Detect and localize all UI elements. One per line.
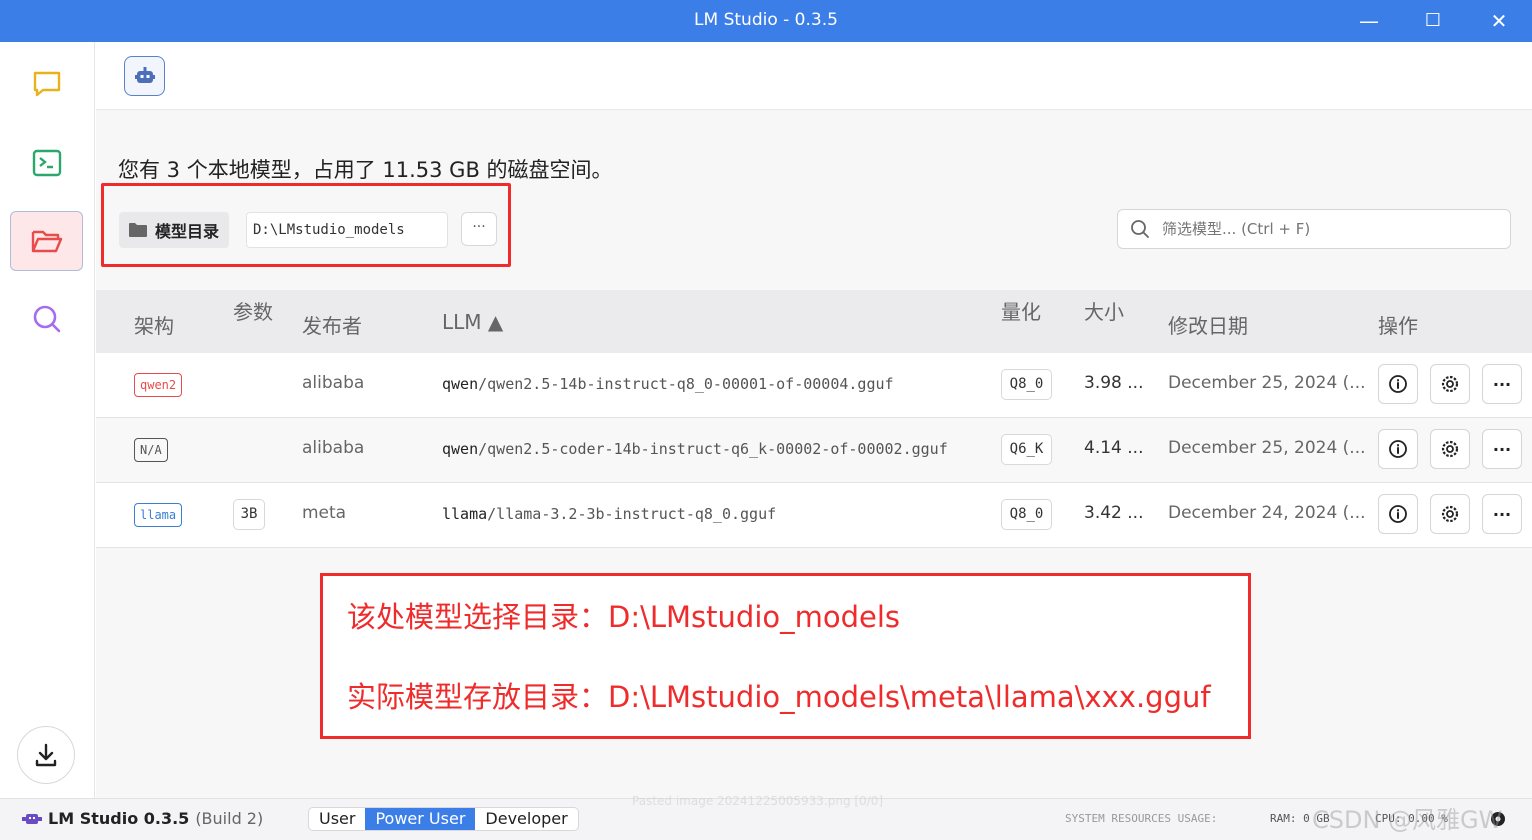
more-icon: ··· <box>1492 374 1512 394</box>
quant-badge: Q6_K <box>1001 434 1052 465</box>
search-icon <box>1131 220 1149 238</box>
info-button[interactable] <box>1378 364 1418 404</box>
publisher-cell: alibaba <box>302 438 365 458</box>
maximize-button[interactable]: ☐ <box>1420 8 1446 34</box>
gear-icon <box>1441 440 1459 458</box>
annotation-line-2: 实际模型存放目录：D:\LMstudio_models\meta\llama\x… <box>347 680 1211 714</box>
settings-button[interactable] <box>1430 429 1470 469</box>
quant-badge: Q8_0 <box>1001 499 1052 530</box>
window-title: LM Studio - 0.3.5 <box>694 10 838 30</box>
filter-models-search[interactable] <box>1117 209 1511 249</box>
chat-nav-button[interactable] <box>10 54 83 114</box>
mode-user[interactable]: User <box>309 808 365 830</box>
paste-watermark: Pasted image 20241225005933.png [0/0] <box>632 794 884 808</box>
system-resources-label: SYSTEM RESOURCES USAGE: <box>1065 812 1218 825</box>
col-quant[interactable]: 量化 <box>1001 296 1041 325</box>
discover-nav-button[interactable] <box>10 289 83 349</box>
downloads-button[interactable] <box>17 726 75 784</box>
model-file-cell: llama/llama-3.2-3b-instruct-q8_0.gguf <box>442 505 777 523</box>
size-cell: 3.42 ... <box>1084 503 1144 523</box>
col-size[interactable]: 大小 <box>1084 296 1124 325</box>
settings-button[interactable] <box>1430 364 1470 404</box>
model-file-cell: qwen/qwen2.5-coder-14b-instruct-q6_k-000… <box>442 440 948 458</box>
minimize-button[interactable]: — <box>1356 8 1382 34</box>
col-arch[interactable]: 架构 <box>134 310 174 339</box>
size-cell: 4.14 ... <box>1084 438 1144 458</box>
title-bar: LM Studio - 0.3.5 — ☐ ✕ <box>0 0 1532 42</box>
mode-power-user[interactable]: Power User <box>365 808 476 830</box>
table-row[interactable]: llama 3B meta llama/llama-3.2-3b-instruc… <box>96 483 1532 548</box>
models-summary: 您有 3 个本地模型，占用了 11.53 GB 的磁盘空间。 <box>118 158 613 182</box>
arch-tag: N/A <box>134 438 168 462</box>
annotation-highlight-box <box>101 183 511 267</box>
more-options-button[interactable]: ··· <box>1482 429 1522 469</box>
size-cell: 3.98 ... <box>1084 373 1144 393</box>
modified-cell: December 25, 2024 (... <box>1168 438 1366 458</box>
annotation-callout: 该处模型选择目录：D:\LMstudio_models 实际模型存放目录：D:\… <box>320 573 1251 739</box>
folder-open-icon <box>31 230 62 253</box>
table-header: 架构 参数 发布者 LLM ▲ 量化 大小 修改日期 操作 <box>96 290 1532 353</box>
gear-icon <box>1441 505 1459 523</box>
arch-tag: qwen2 <box>134 373 183 397</box>
modified-cell: December 24, 2024 (... <box>1168 503 1366 523</box>
search-icon <box>33 305 60 333</box>
quant-badge: Q8_0 <box>1001 369 1052 400</box>
info-button[interactable] <box>1378 494 1418 534</box>
arch-tag: llama <box>134 503 183 527</box>
table-row[interactable]: qwen2 alibaba qwen/qwen2.5-14b-instruct-… <box>96 353 1532 418</box>
top-toolbar <box>96 42 1532 110</box>
chat-icon <box>33 71 60 97</box>
col-publisher[interactable]: 发布者 <box>302 310 362 339</box>
terminal-icon <box>32 149 61 177</box>
publisher-cell: alibaba <box>302 373 365 393</box>
robot-icon <box>134 67 155 83</box>
sidebar <box>0 42 95 798</box>
model-file-cell: qwen/qwen2.5-14b-instruct-q8_0-00001-of-… <box>442 375 894 393</box>
more-options-button[interactable]: ··· <box>1482 494 1522 534</box>
info-icon <box>1389 505 1407 523</box>
table-row[interactable]: N/A alibaba qwen/qwen2.5-coder-14b-instr… <box>96 418 1532 483</box>
settings-button[interactable] <box>1430 494 1470 534</box>
more-options-button[interactable]: ··· <box>1482 364 1522 404</box>
info-button[interactable] <box>1378 429 1418 469</box>
more-icon: ··· <box>1492 439 1512 459</box>
mode-developer[interactable]: Developer <box>475 808 577 830</box>
developer-nav-button[interactable] <box>10 133 83 193</box>
model-loader-button[interactable] <box>124 56 165 96</box>
info-icon <box>1389 440 1407 458</box>
lmstudio-logo-icon <box>22 813 42 824</box>
app-name: LM Studio 0.3.5 <box>48 809 190 828</box>
close-button[interactable]: ✕ <box>1486 8 1512 34</box>
my-models-nav-button[interactable] <box>10 211 83 271</box>
modified-cell: December 25, 2024 (... <box>1168 373 1366 393</box>
col-actions: 操作 <box>1378 314 1418 338</box>
app-version: LM Studio 0.3.5 (Build 2) <box>22 809 263 828</box>
col-modified[interactable]: 修改日期 <box>1168 310 1248 339</box>
params-badge: 3B <box>233 499 265 530</box>
publisher-cell: meta <box>302 503 347 523</box>
col-params[interactable]: 参数 <box>233 296 273 325</box>
csdn-watermark: CSDN @风雅GW <box>1312 806 1503 834</box>
more-icon: ··· <box>1492 504 1512 524</box>
filter-models-input[interactable] <box>1162 220 1482 238</box>
app-build: (Build 2) <box>195 809 264 828</box>
mode-switcher: User Power User Developer <box>308 807 579 831</box>
gear-icon <box>1441 375 1459 393</box>
annotation-line-1: 该处模型选择目录：D:\LMstudio_models <box>347 600 901 634</box>
download-icon <box>35 743 57 767</box>
info-icon <box>1389 375 1407 393</box>
col-llm[interactable]: LLM ▲ <box>442 310 503 334</box>
